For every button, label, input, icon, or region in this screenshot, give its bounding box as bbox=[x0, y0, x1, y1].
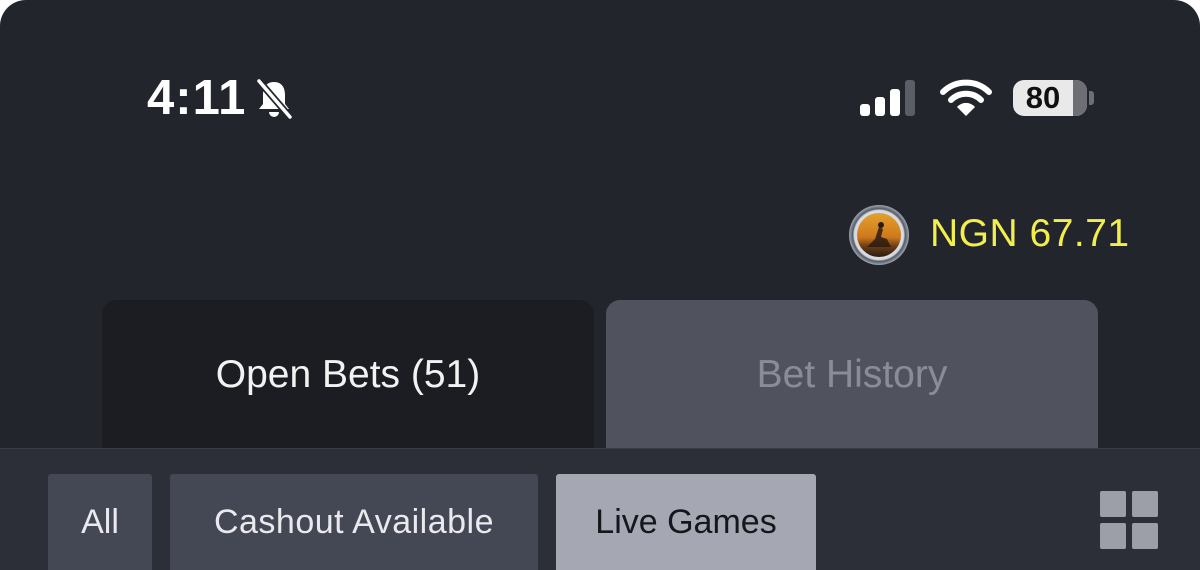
battery-level: 80 bbox=[1025, 80, 1061, 115]
filter-live-games-button[interactable]: Live Games bbox=[556, 474, 816, 570]
battery-terminal bbox=[1089, 91, 1094, 105]
tab-bet-history[interactable]: Bet History bbox=[606, 300, 1098, 460]
filter-bar: All Cashout Available Live Games bbox=[0, 448, 1200, 570]
avatar-image bbox=[857, 213, 901, 257]
tab-open-bets[interactable]: Open Bets (51) bbox=[102, 300, 594, 460]
filter-cashout-available-button[interactable]: Cashout Available bbox=[170, 474, 538, 570]
tab-open-bets-label: Open Bets (51) bbox=[215, 353, 481, 396]
filter-all-button[interactable]: All bbox=[48, 474, 152, 570]
battery-icon: 80 bbox=[1013, 80, 1087, 116]
account-balance: NGN 67.71 bbox=[930, 212, 1130, 255]
avatar-silhouette-icon bbox=[867, 222, 891, 247]
battery-empty-portion bbox=[1073, 80, 1087, 116]
tab-bet-history-label: Bet History bbox=[756, 353, 948, 396]
bell-slash-icon bbox=[256, 78, 293, 120]
wifi-icon bbox=[940, 79, 992, 116]
grid-view-icon[interactable] bbox=[1100, 491, 1158, 549]
app-screen: 4:11 80 NGN 67.71 Open Bets (51) Bet His… bbox=[0, 0, 1200, 570]
status-time: 4:11 bbox=[147, 71, 247, 125]
user-avatar[interactable] bbox=[849, 205, 909, 265]
cellular-signal-icon bbox=[860, 80, 915, 116]
